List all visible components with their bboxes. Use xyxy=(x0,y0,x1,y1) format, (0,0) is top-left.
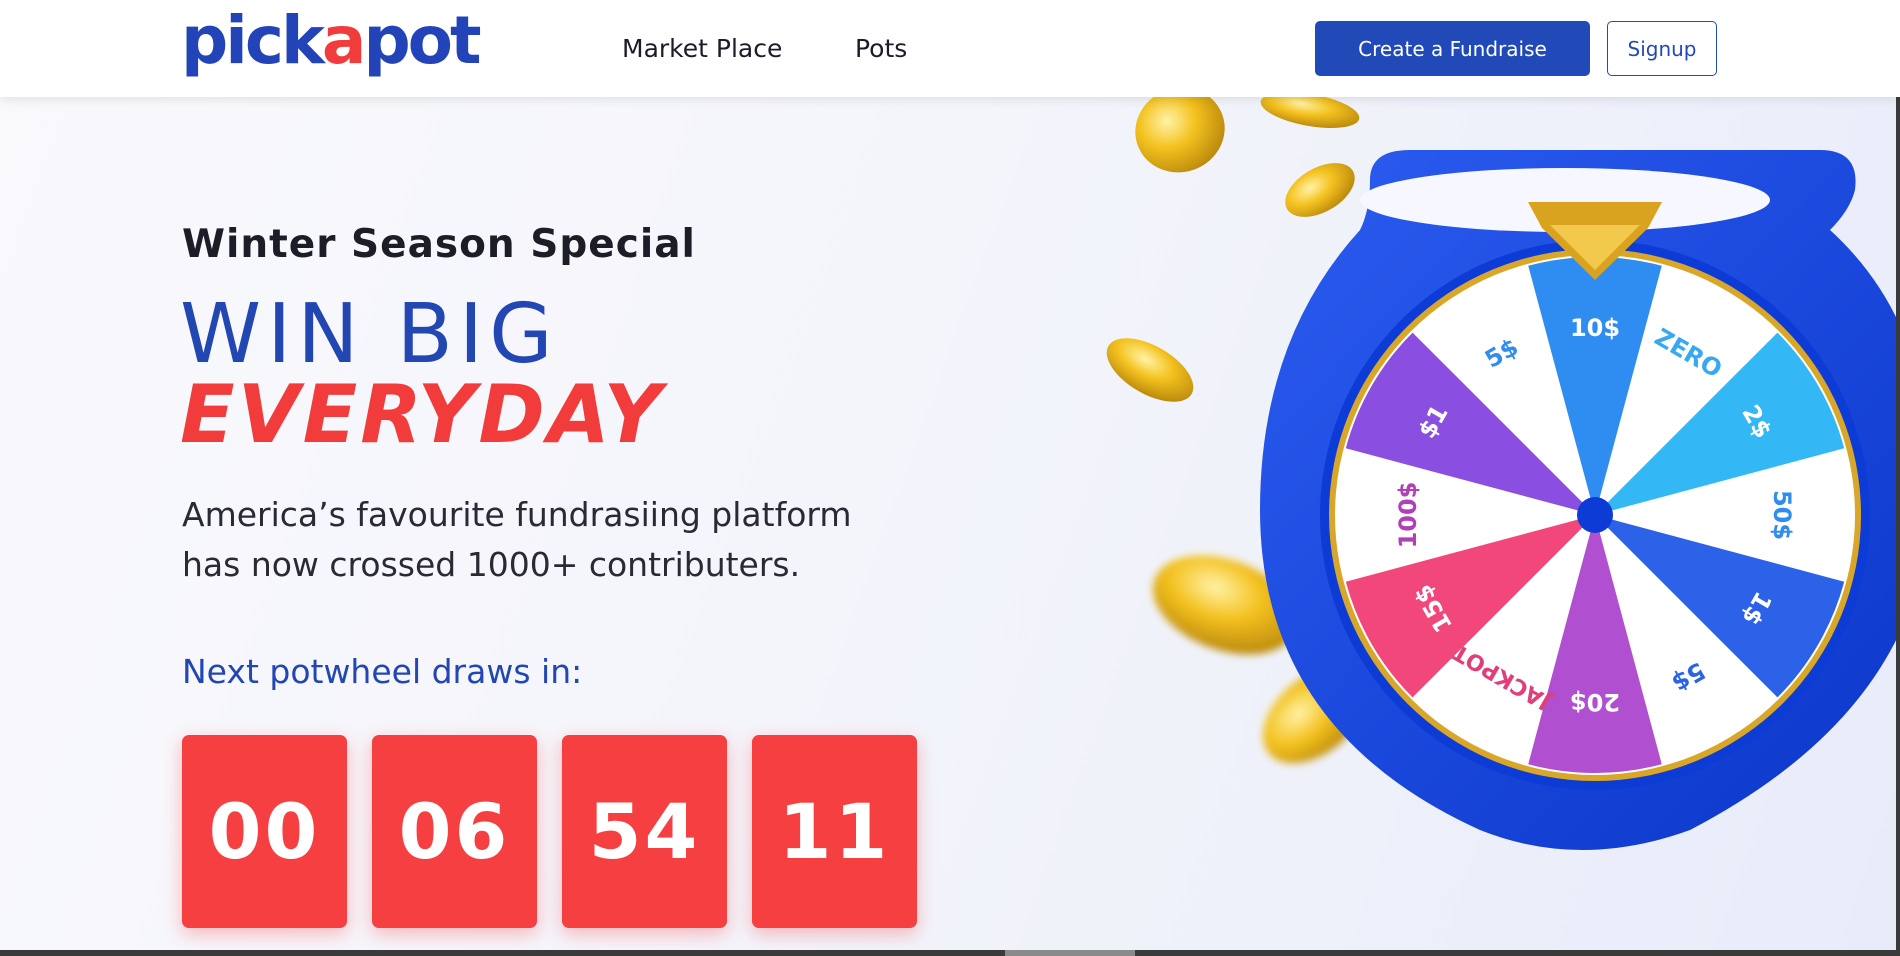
create-fundraise-button[interactable]: Create a Fundraise xyxy=(1315,21,1590,76)
hero-subtitle: Winter Season Special xyxy=(182,222,696,267)
wheel-segment-label: 100$ xyxy=(1394,482,1422,549)
hero-description-line1: America’s favourite fundrasiing platform xyxy=(182,495,852,534)
wheel-segment-label: 20$ xyxy=(1570,688,1620,716)
countdown-box-1: 00 xyxy=(182,735,347,928)
hero-description-line2: has now crossed 1000+ contributers. xyxy=(182,545,801,584)
wheel-segment-label: 50$ xyxy=(1768,490,1796,540)
logo-text-suffix: pot xyxy=(363,2,481,79)
countdown-timer: 00 06 54 11 xyxy=(182,735,917,928)
logo-text-accent: a xyxy=(321,2,367,79)
hero-description: America’s favourite fundrasiing platform… xyxy=(182,490,942,590)
hero-title-line1: WIN BIG xyxy=(180,287,559,382)
potwheel-illustration: 10$ ZERO2$50$1$5$20$JACKPOT15$100$$15$ xyxy=(1106,90,1900,850)
countdown-box-2: 06 xyxy=(372,735,537,928)
countdown-label: Next potwheel draws in: xyxy=(182,652,583,691)
nav-link-pots[interactable]: Pots xyxy=(855,34,907,64)
signup-button[interactable]: Signup xyxy=(1607,21,1717,76)
horizontal-scrollbar[interactable] xyxy=(0,950,1900,956)
nav-link-market-place[interactable]: Market Place xyxy=(622,34,782,64)
hero-title-line2: EVERYDAY xyxy=(180,368,665,461)
top-navbar: pickapot Market Place Pots Create a Fund… xyxy=(0,0,1900,97)
countdown-box-4: 11 xyxy=(752,735,917,928)
pickapot-logo[interactable]: pickapot xyxy=(181,2,482,79)
window-edge xyxy=(1896,0,1900,956)
wheel-segment-label: 10$ xyxy=(1570,314,1620,342)
scrollbar-thumb[interactable] xyxy=(1005,950,1135,956)
countdown-box-3: 54 xyxy=(562,735,727,928)
logo-text-prefix: pick xyxy=(181,2,325,79)
